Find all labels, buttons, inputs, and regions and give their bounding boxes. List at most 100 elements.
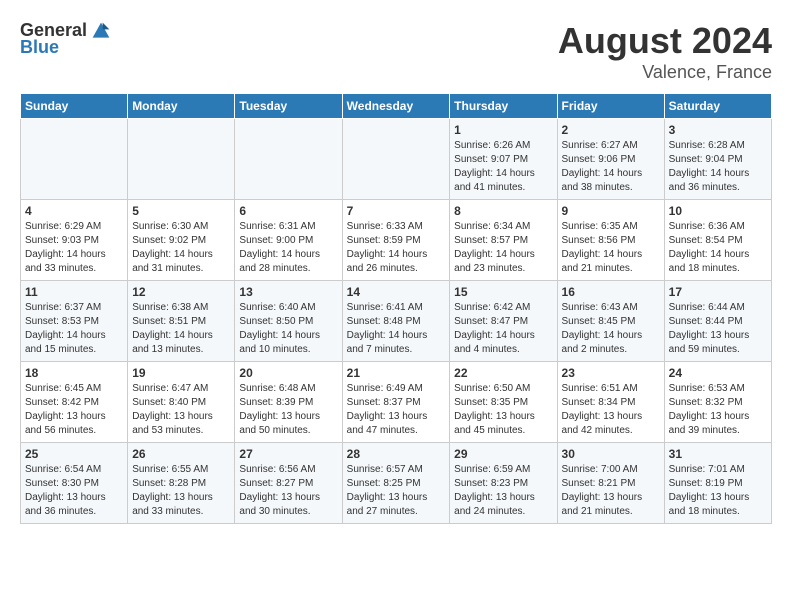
day-cell: 18 Sunrise: 6:45 AM Sunset: 8:42 PM Dayli… (21, 362, 128, 443)
day-cell (235, 119, 342, 200)
day-cell: 3 Sunrise: 6:28 AM Sunset: 9:04 PM Daylig… (664, 119, 771, 200)
day-number: 18 (25, 366, 123, 380)
weekday-header-row: SundayMondayTuesdayWednesdayThursdayFrid… (21, 94, 772, 119)
day-info: Sunrise: 6:57 AM Sunset: 8:25 PM Dayligh… (347, 463, 446, 519)
day-info: Sunrise: 6:27 AM Sunset: 9:06 PM Dayligh… (562, 139, 660, 195)
day-info: Sunrise: 6:28 AM Sunset: 9:04 PM Dayligh… (669, 139, 767, 195)
day-info: Sunrise: 6:50 AM Sunset: 8:35 PM Dayligh… (454, 382, 552, 438)
day-info: Sunrise: 6:42 AM Sunset: 8:47 PM Dayligh… (454, 301, 552, 357)
day-info: Sunrise: 6:30 AM Sunset: 9:02 PM Dayligh… (132, 220, 230, 276)
weekday-tuesday: Tuesday (235, 94, 342, 119)
day-cell: 14 Sunrise: 6:41 AM Sunset: 8:48 PM Dayli… (342, 281, 450, 362)
day-info: Sunrise: 7:00 AM Sunset: 8:21 PM Dayligh… (562, 463, 660, 519)
day-info: Sunrise: 6:51 AM Sunset: 8:34 PM Dayligh… (562, 382, 660, 438)
day-number: 5 (132, 204, 230, 218)
day-info: Sunrise: 6:53 AM Sunset: 8:32 PM Dayligh… (669, 382, 767, 438)
day-number: 3 (669, 123, 767, 137)
day-number: 30 (562, 447, 660, 461)
day-cell: 23 Sunrise: 6:51 AM Sunset: 8:34 PM Dayli… (557, 362, 664, 443)
day-cell: 22 Sunrise: 6:50 AM Sunset: 8:35 PM Dayli… (450, 362, 557, 443)
location-title: Valence, France (558, 62, 772, 83)
day-cell: 13 Sunrise: 6:40 AM Sunset: 8:50 PM Dayli… (235, 281, 342, 362)
day-number: 25 (25, 447, 123, 461)
day-info: Sunrise: 7:01 AM Sunset: 8:19 PM Dayligh… (669, 463, 767, 519)
day-cell (128, 119, 235, 200)
day-number: 4 (25, 204, 123, 218)
day-cell: 26Sunrise: 6:55 AM Sunset: 8:28 PM Dayli… (128, 443, 235, 524)
day-info: Sunrise: 6:31 AM Sunset: 9:00 PM Dayligh… (239, 220, 337, 276)
day-number: 11 (25, 285, 123, 299)
day-info: Sunrise: 6:36 AM Sunset: 8:54 PM Dayligh… (669, 220, 767, 276)
day-number: 24 (669, 366, 767, 380)
week-row-4: 18 Sunrise: 6:45 AM Sunset: 8:42 PM Dayli… (21, 362, 772, 443)
day-number: 29 (454, 447, 552, 461)
day-cell: 6 Sunrise: 6:31 AM Sunset: 9:00 PM Daylig… (235, 200, 342, 281)
week-row-5: 25Sunrise: 6:54 AM Sunset: 8:30 PM Dayli… (21, 443, 772, 524)
day-number: 9 (562, 204, 660, 218)
day-cell: 17Sunrise: 6:44 AM Sunset: 8:44 PM Dayli… (664, 281, 771, 362)
day-number: 10 (669, 204, 767, 218)
day-number: 21 (347, 366, 446, 380)
day-info: Sunrise: 6:37 AM Sunset: 8:53 PM Dayligh… (25, 301, 123, 357)
weekday-friday: Friday (557, 94, 664, 119)
day-info: Sunrise: 6:40 AM Sunset: 8:50 PM Dayligh… (239, 301, 337, 357)
day-cell: 7Sunrise: 6:33 AM Sunset: 8:59 PM Daylig… (342, 200, 450, 281)
day-info: Sunrise: 6:43 AM Sunset: 8:45 PM Dayligh… (562, 301, 660, 357)
day-number: 31 (669, 447, 767, 461)
day-number: 1 (454, 123, 552, 137)
day-number: 7 (347, 204, 446, 218)
day-cell: 1 Sunrise: 6:26 AM Sunset: 9:07 PM Daylig… (450, 119, 557, 200)
day-number: 26 (132, 447, 230, 461)
day-number: 28 (347, 447, 446, 461)
day-cell: 20 Sunrise: 6:48 AM Sunset: 8:39 PM Dayli… (235, 362, 342, 443)
day-cell: 12Sunrise: 6:38 AM Sunset: 8:51 PM Dayli… (128, 281, 235, 362)
day-cell: 19Sunrise: 6:47 AM Sunset: 8:40 PM Dayli… (128, 362, 235, 443)
day-cell (342, 119, 450, 200)
day-number: 20 (239, 366, 337, 380)
page-header: General Blue August 2024 Valence, France (20, 20, 772, 83)
day-info: Sunrise: 6:47 AM Sunset: 8:40 PM Dayligh… (132, 382, 230, 438)
day-cell: 8 Sunrise: 6:34 AM Sunset: 8:57 PM Daylig… (450, 200, 557, 281)
day-cell: 21Sunrise: 6:49 AM Sunset: 8:37 PM Dayli… (342, 362, 450, 443)
logo-blue: Blue (20, 37, 59, 58)
week-row-3: 11 Sunrise: 6:37 AM Sunset: 8:53 PM Dayli… (21, 281, 772, 362)
month-title: August 2024 (558, 20, 772, 62)
day-info: Sunrise: 6:29 AM Sunset: 9:03 PM Dayligh… (25, 220, 123, 276)
day-number: 14 (347, 285, 446, 299)
day-info: Sunrise: 6:45 AM Sunset: 8:42 PM Dayligh… (25, 382, 123, 438)
day-cell: 11 Sunrise: 6:37 AM Sunset: 8:53 PM Dayli… (21, 281, 128, 362)
title-block: August 2024 Valence, France (558, 20, 772, 83)
day-number: 15 (454, 285, 552, 299)
day-info: Sunrise: 6:41 AM Sunset: 8:48 PM Dayligh… (347, 301, 446, 357)
day-number: 6 (239, 204, 337, 218)
week-row-1: 1 Sunrise: 6:26 AM Sunset: 9:07 PM Daylig… (21, 119, 772, 200)
weekday-monday: Monday (128, 94, 235, 119)
day-info: Sunrise: 6:59 AM Sunset: 8:23 PM Dayligh… (454, 463, 552, 519)
day-cell: 5 Sunrise: 6:30 AM Sunset: 9:02 PM Daylig… (128, 200, 235, 281)
weekday-saturday: Saturday (664, 94, 771, 119)
weekday-sunday: Sunday (21, 94, 128, 119)
day-cell: 4 Sunrise: 6:29 AM Sunset: 9:03 PM Daylig… (21, 200, 128, 281)
weekday-wednesday: Wednesday (342, 94, 450, 119)
day-cell: 10 Sunrise: 6:36 AM Sunset: 8:54 PM Dayli… (664, 200, 771, 281)
day-info: Sunrise: 6:34 AM Sunset: 8:57 PM Dayligh… (454, 220, 552, 276)
day-number: 16 (562, 285, 660, 299)
day-cell: 15 Sunrise: 6:42 AM Sunset: 8:47 PM Dayli… (450, 281, 557, 362)
day-cell: 9 Sunrise: 6:35 AM Sunset: 8:56 PM Daylig… (557, 200, 664, 281)
day-cell: 27Sunrise: 6:56 AM Sunset: 8:27 PM Dayli… (235, 443, 342, 524)
day-info: Sunrise: 6:44 AM Sunset: 8:44 PM Dayligh… (669, 301, 767, 357)
day-cell: 29 Sunrise: 6:59 AM Sunset: 8:23 PM Dayli… (450, 443, 557, 524)
day-cell: 16 Sunrise: 6:43 AM Sunset: 8:45 PM Dayli… (557, 281, 664, 362)
day-number: 13 (239, 285, 337, 299)
day-cell: 30 Sunrise: 7:00 AM Sunset: 8:21 PM Dayli… (557, 443, 664, 524)
day-info: Sunrise: 6:35 AM Sunset: 8:56 PM Dayligh… (562, 220, 660, 276)
day-info: Sunrise: 6:56 AM Sunset: 8:27 PM Dayligh… (239, 463, 337, 519)
day-cell: 28 Sunrise: 6:57 AM Sunset: 8:25 PM Dayli… (342, 443, 450, 524)
day-number: 23 (562, 366, 660, 380)
day-number: 22 (454, 366, 552, 380)
day-number: 8 (454, 204, 552, 218)
weekday-thursday: Thursday (450, 94, 557, 119)
day-info: Sunrise: 6:26 AM Sunset: 9:07 PM Dayligh… (454, 139, 552, 195)
logo-icon (91, 21, 111, 41)
day-info: Sunrise: 6:48 AM Sunset: 8:39 PM Dayligh… (239, 382, 337, 438)
